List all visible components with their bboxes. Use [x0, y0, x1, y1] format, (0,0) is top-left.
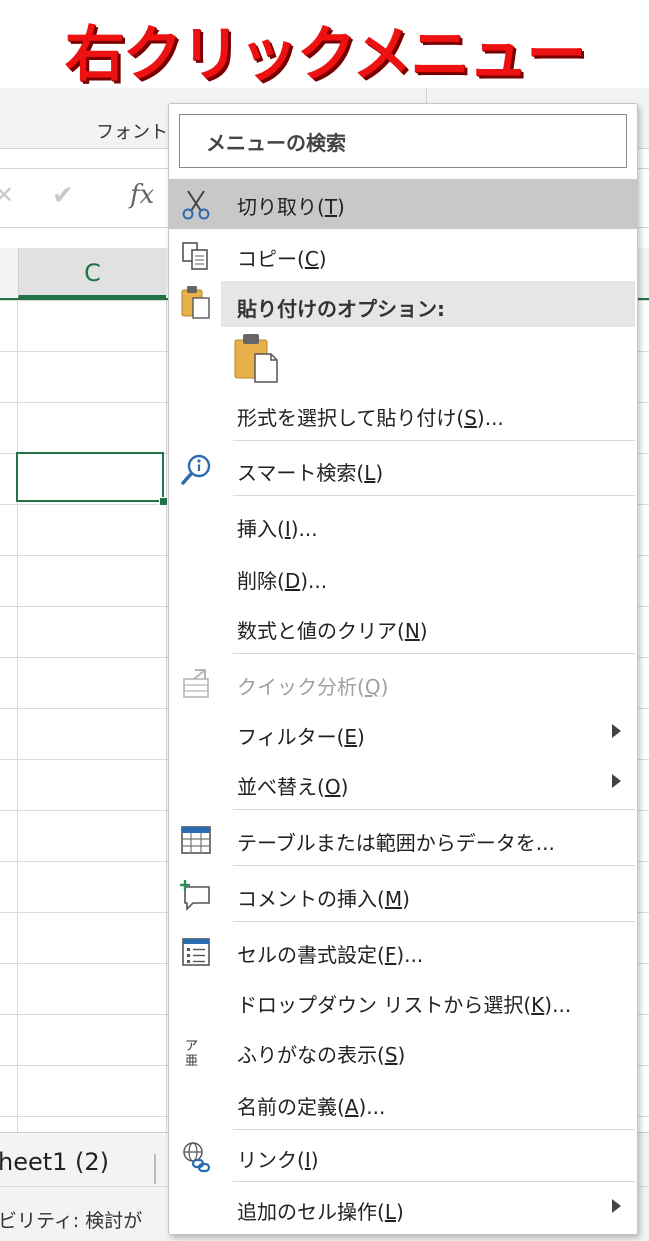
menu-item-copy[interactable]: コピー(C) — [169, 231, 637, 281]
menu-search-placeholder: メニューの検索 — [206, 131, 346, 155]
menu-search-input[interactable]: メニューの検索 — [179, 114, 627, 168]
menu-item-label: フィルター(E) — [237, 725, 365, 749]
ribbon-group-font-label: フォント — [96, 122, 168, 143]
menu-item-label: 数式と値のクリア(N) — [237, 619, 428, 643]
menu-item-label: コピー(C) — [237, 247, 327, 271]
insert-function-icon[interactable]: fx — [130, 180, 154, 210]
menu-separator — [233, 440, 635, 441]
column-header-c[interactable]: C — [18, 248, 166, 298]
menu-item-get-data-from-table[interactable]: テーブルまたは範囲からデータを... — [169, 815, 637, 865]
menu-item-label: 削除(D)... — [237, 569, 328, 593]
link-icon — [183, 1142, 211, 1173]
menu-item-filter[interactable]: フィルター(E) — [169, 709, 637, 759]
formula-enter-icon[interactable]: ✔ — [52, 181, 74, 211]
menu-item-label: 名前の定義(A)... — [237, 1095, 386, 1119]
menu-item-label: 挿入(I)... — [237, 517, 318, 541]
menu-separator — [233, 921, 635, 922]
fill-handle[interactable] — [159, 497, 168, 506]
scissors-icon — [182, 190, 210, 220]
menu-item-label: テーブルまたは範囲からデータを... — [237, 831, 555, 855]
menu-item-label: 並べ替え(O) — [237, 775, 349, 799]
menu-item-delete[interactable]: 削除(D)... — [169, 553, 637, 603]
menu-separator — [233, 1181, 635, 1182]
menu-separator — [233, 865, 635, 866]
menu-item-sort[interactable]: 並べ替え(O) — [169, 759, 637, 809]
copy-icon — [182, 242, 208, 270]
table-icon — [181, 826, 211, 854]
menu-item-label: 切り取り(T) — [237, 195, 345, 219]
menu-item-clear-contents[interactable]: 数式と値のクリア(N) — [169, 603, 637, 653]
selected-cell[interactable] — [16, 452, 164, 502]
clipboard-icon — [181, 286, 210, 319]
menu-item-more-cell-actions[interactable]: 追加のセル操作(L) — [169, 1184, 637, 1234]
menu-item-pick-from-dropdown[interactable]: ドロップダウン リストから選択(K)... — [169, 977, 637, 1027]
grid-line — [17, 300, 18, 1132]
submenu-arrow-icon — [612, 724, 621, 738]
grid-line — [166, 300, 167, 1132]
smart-lookup-icon — [181, 454, 211, 485]
phonetic-icon: ア亜 — [185, 1039, 199, 1069]
quick-analysis-icon — [183, 669, 209, 698]
new-comment-icon — [180, 880, 210, 911]
page-title: 右クリックメニュー — [64, 20, 587, 90]
menu-separator — [233, 809, 635, 810]
menu-item-label: 形式を選択して貼り付け(S)... — [237, 406, 504, 430]
submenu-arrow-icon — [612, 1199, 621, 1213]
format-cells-icon — [182, 938, 210, 966]
sheet-tab-divider — [154, 1154, 156, 1184]
paste-options-label: 貼り付けのオプション: — [237, 297, 445, 321]
submenu-arrow-icon — [612, 774, 621, 788]
menu-item-smart-lookup[interactable]: スマート検索(L) — [169, 445, 637, 495]
menu-item-insert[interactable]: 挿入(I)... — [169, 501, 637, 551]
menu-separator — [233, 495, 635, 496]
menu-item-label: スマート検索(L) — [237, 461, 384, 485]
menu-separator — [233, 1129, 635, 1130]
menu-item-quick-analysis[interactable]: クイック分析(Q) — [169, 659, 637, 709]
menu-item-label: セルの書式設定(F)... — [237, 943, 424, 967]
context-menu: メニューの検索 切り取り(T) コピー(C) 貼り付けのオプション: 形式を選択… — [168, 103, 638, 1235]
menu-item-label: クイック分析(Q) — [237, 675, 389, 699]
menu-item-define-name[interactable]: 名前の定義(A)... — [169, 1079, 637, 1129]
menu-separator — [233, 653, 635, 654]
paste-button-icon[interactable] — [233, 332, 281, 384]
menu-item-show-phonetic[interactable]: ア亜 ふりがなの表示(S) — [169, 1027, 637, 1077]
menu-item-paste-special[interactable]: 形式を選択して貼り付け(S)... — [169, 390, 637, 440]
menu-item-label: コメントの挿入(M) — [237, 887, 410, 911]
status-accessibility-text[interactable]: ビリティ: 検討が — [0, 1206, 142, 1233]
menu-item-cut[interactable]: 切り取り(T) — [169, 179, 637, 229]
menu-item-label: ドロップダウン リストから選択(K)... — [237, 993, 572, 1017]
sheet-tab-active[interactable]: heet1 (2) — [0, 1148, 109, 1176]
menu-item-link[interactable]: リンク(I) — [169, 1132, 637, 1182]
title-banner: 右クリックメニュー — [0, 0, 649, 90]
menu-item-format-cells[interactable]: セルの書式設定(F)... — [169, 927, 637, 977]
menu-item-insert-comment[interactable]: コメントの挿入(M) — [169, 871, 637, 921]
formula-cancel-icon[interactable]: ✕ — [0, 181, 14, 209]
menu-item-label: ふりがなの表示(S) — [237, 1043, 406, 1067]
menu-item-label: 追加のセル操作(L) — [237, 1200, 404, 1224]
menu-item-label: リンク(I) — [237, 1148, 319, 1172]
